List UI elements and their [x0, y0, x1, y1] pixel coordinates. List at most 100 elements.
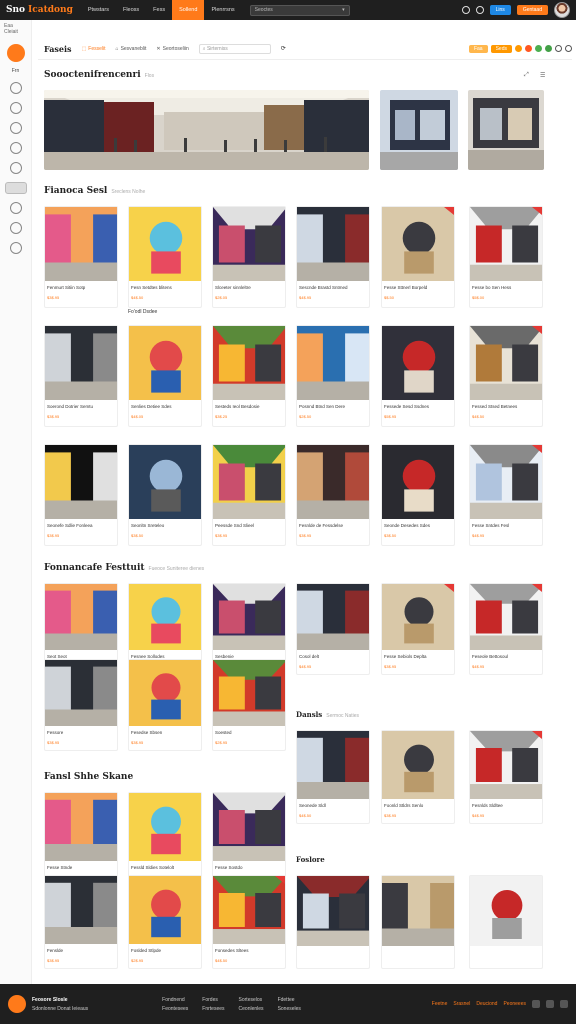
red-dot-icon[interactable] [525, 45, 532, 52]
footer-logo[interactable] [8, 995, 26, 1013]
product-card[interactable]: Seonde Desedes Sdes $3$.50 [381, 444, 455, 546]
footer-link[interactable]: Fdettee [278, 997, 301, 1003]
product-card[interactable]: Fessld Sldies Sotelolt$3$.50 [128, 792, 202, 886]
footer-link[interactable]: Soneseles [278, 1006, 301, 1012]
rail-clock-icon[interactable] [9, 102, 22, 114]
footer-link[interactable]: Ceonlenles [239, 1006, 264, 1012]
rail-star-icon[interactable] [9, 222, 22, 234]
chevron-down-icon: ▾ [342, 7, 345, 13]
hero-banner-2[interactable] [380, 90, 458, 170]
product-card[interactable]: Senlies Detiee Sdes $4$.05 [128, 325, 202, 427]
list-view-icon[interactable]: ☰ [540, 72, 545, 79]
rail-home-icon[interactable] [6, 44, 25, 62]
product-card[interactable] [381, 875, 455, 969]
product-image-wrap [45, 660, 117, 726]
green-dot-icon[interactable] [535, 45, 542, 52]
product-card[interactable]: Soested $2$.95 [212, 659, 286, 751]
product-card[interactable]: Fesnlde de Fessdelse $3$.95 [296, 444, 370, 546]
product-card[interactable]: Fesse Sttnerl Borpeld $$.50 [381, 206, 455, 308]
social-icon[interactable] [532, 1000, 540, 1008]
product-card[interactable]: Posnnd Btnd Sen Dere $2$.50 [296, 325, 370, 427]
product-card[interactable]: Fenmurt Sitiin Sotp $3$.95 [44, 206, 118, 308]
footer-link[interactable]: Sorteselos [239, 997, 264, 1003]
product-card[interactable]: Fesn Setdtes blitens $4$.50 [128, 206, 202, 308]
product-card[interactable]: Slceeter sinnleltre $2$.05 [212, 206, 286, 308]
product-card[interactable]: Fesedse Sbsen $3$.95 [128, 659, 202, 751]
footer-link[interactable]: Fondnend [162, 997, 188, 1003]
product-card[interactable]: Fenslde $3$.95 [44, 875, 118, 969]
hero-banner-3[interactable] [468, 90, 544, 170]
product-card[interactable]: Foonld Stldrs Senlo $3$.95 [381, 730, 455, 824]
refresh-icon[interactable]: ⟳ [281, 45, 286, 52]
orange-dot-icon[interactable] [515, 45, 522, 52]
nav-item-5[interactable]: Plenrrsns [204, 0, 241, 20]
footer-right-link[interactable]: Feetne [432, 1001, 448, 1007]
product-card[interactable]: Fesse bo Sen Hess $5$.00 [469, 206, 543, 308]
rail-money-icon[interactable] [9, 242, 22, 254]
nav-item-active[interactable]: Sollend [172, 0, 205, 20]
product-card[interactable]: Fesnlds Sldltee $4$.95 [469, 730, 543, 824]
nav-item-3[interactable]: Fess [146, 0, 172, 20]
product-image [129, 793, 201, 861]
product-image-wrap [213, 876, 285, 944]
product-card[interactable]: Foslded Stlpde $2$.95 [128, 875, 202, 969]
product-image-wrap [297, 731, 369, 799]
filter-3[interactable]: ✕ Seortoseliin [156, 46, 188, 52]
rail-music-icon[interactable] [9, 162, 22, 174]
circle-icon[interactable] [555, 45, 562, 52]
signup-button[interactable]: Gentaad [516, 5, 548, 15]
filter-2[interactable]: ⌂ Sesvaneblit [116, 46, 147, 52]
login-button[interactable]: Lins [489, 5, 511, 15]
product-card[interactable]: Fesse Stnde$4$.95 [44, 792, 118, 886]
product-price: $4$.95 [299, 664, 312, 669]
tag-pill-2[interactable]: Seds [490, 44, 512, 53]
footer-right-link[interactable]: Srasnel [453, 1001, 470, 1007]
filter-1[interactable]: ⬚ Fesselit [82, 46, 106, 52]
rail-bag-icon[interactable] [9, 122, 22, 134]
product-card[interactable]: Sesteds Ieol Besdosie $3$.25 [212, 325, 286, 427]
settings-icon[interactable] [475, 6, 484, 14]
footer-link[interactable]: Feontesees [162, 1006, 188, 1012]
product-card[interactable]: Seonede Sldl $4$.50 [296, 730, 370, 824]
social-icon[interactable] [546, 1000, 554, 1008]
product-card[interactable]: Fessed Stsed Betnees $4$.50 [469, 325, 543, 427]
footer-right-link[interactable]: Peoneees [503, 1001, 526, 1007]
footer-right-link[interactable]: Deuciond [476, 1001, 497, 1007]
rail-compass-icon[interactable] [9, 82, 22, 94]
product-card[interactable]: Peessde Snd Slieel $3$.95 [212, 444, 286, 546]
footer-link[interactable]: Fnrtesees [202, 1006, 224, 1012]
product-title: Foslded Stlpde [131, 948, 162, 953]
grid-view-icon[interactable]: ⤢ [524, 72, 529, 79]
search-input[interactable]: ⌕ Sirterniss [198, 43, 271, 54]
product-card[interactable]: Cosol delt $4$.95 [296, 583, 370, 675]
nav-item-2[interactable]: Fleoss [116, 0, 146, 20]
product-card[interactable]: Fesse Sebiols Deplta $3$.95 [381, 583, 455, 675]
product-card[interactable]: Fesse Sntdes Fesl $4$.95 [469, 444, 543, 546]
brand-logo[interactable]: Sno Icatdong [6, 5, 73, 15]
product-title: Cosol delt [299, 654, 320, 659]
product-card[interactable]: Seonltn Sreteleo $3$.50 [128, 444, 202, 546]
top-search-input[interactable]: Seoctes ▾ [249, 4, 350, 16]
social-icon[interactable] [560, 1000, 568, 1008]
product-card[interactable]: Sescnde Brastd Sntmed $4$.95 [296, 206, 370, 308]
product-card[interactable]: Fesse Sostdo$3$.95 [212, 792, 286, 886]
nav-item-1[interactable]: Ptwstars [81, 0, 116, 20]
notification-icon[interactable] [461, 6, 470, 14]
product-card[interactable]: Fessede Sesd Ssdnes $5$.95 [381, 325, 455, 427]
product-card[interactable]: Soerond Dotrier Semtu $3$.95 [44, 325, 118, 427]
avatar[interactable] [554, 2, 570, 18]
hero-banner-main[interactable] [44, 90, 369, 170]
product-card[interactable]: Fessore $3$.95 [44, 659, 118, 751]
product-card[interactable]: Fonsedes Sltees $4$.50 [212, 875, 286, 969]
rail-chat-icon[interactable] [9, 142, 22, 154]
rail-help-icon[interactable] [9, 202, 22, 214]
product-card[interactable] [469, 875, 543, 969]
footer-link[interactable]: Fordes [202, 997, 224, 1003]
circle-icon-2[interactable] [565, 45, 572, 52]
product-card[interactable] [296, 875, 370, 969]
product-card[interactable]: Seonefe Sdlie Fonleea $3$.95 [44, 444, 118, 546]
rail-active-item[interactable] [4, 182, 27, 194]
product-card[interactable]: Feseole Bettosoul $4$.95 [469, 583, 543, 675]
green-dot-icon-2[interactable] [545, 45, 552, 52]
tag-pill-1[interactable]: Faa [468, 44, 488, 53]
